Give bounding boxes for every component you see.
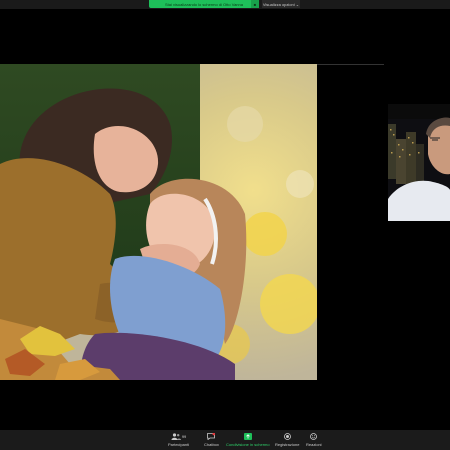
participants-icon <box>171 432 181 440</box>
chat-label: Chatbox <box>204 442 219 447</box>
reactions-label: Reazioni <box>306 442 322 447</box>
reactions-icon <box>310 432 318 440</box>
record-button[interactable]: Registrazione <box>275 432 299 450</box>
participant-video-feed <box>388 104 450 221</box>
chat-button[interactable]: Chatbox <box>204 432 219 450</box>
participants-label: Partecipanti <box>168 442 190 447</box>
record-icon <box>283 432 291 440</box>
chat-icon <box>207 432 216 440</box>
reactions-button[interactable]: Reazioni <box>306 432 322 450</box>
shared-photo <box>0 64 317 380</box>
share-banner-text: Stai visualizzando lo schermo di Otto Va… <box>165 1 243 7</box>
share-screen-button[interactable]: Condivisione in schermo <box>226 432 270 450</box>
participants-count: 99 <box>181 433 187 439</box>
view-options-label: Visualizza opzioni ⌄ <box>262 1 300 7</box>
view-options-button[interactable]: Visualizza opzioni ⌄ <box>262 0 300 8</box>
participants-button[interactable]: 99 Partecipanti <box>168 432 189 450</box>
record-label: Registrazione <box>275 442 300 447</box>
mother-daughter-photo <box>0 64 317 380</box>
meeting-toolbar: 99 Partecipanti Chatbox Condivisione in … <box>0 430 450 450</box>
screen-share-banner[interactable]: Stai visualizzando lo schermo di Otto Va… <box>149 0 259 8</box>
shared-window-edge <box>316 64 384 65</box>
stop-share-button[interactable]: ■ <box>251 0 259 8</box>
shared-screen <box>0 62 384 380</box>
share-screen-label: Condivisione in schermo <box>226 442 270 447</box>
share-screen-icon <box>243 432 252 440</box>
participant-video[interactable] <box>388 104 450 221</box>
